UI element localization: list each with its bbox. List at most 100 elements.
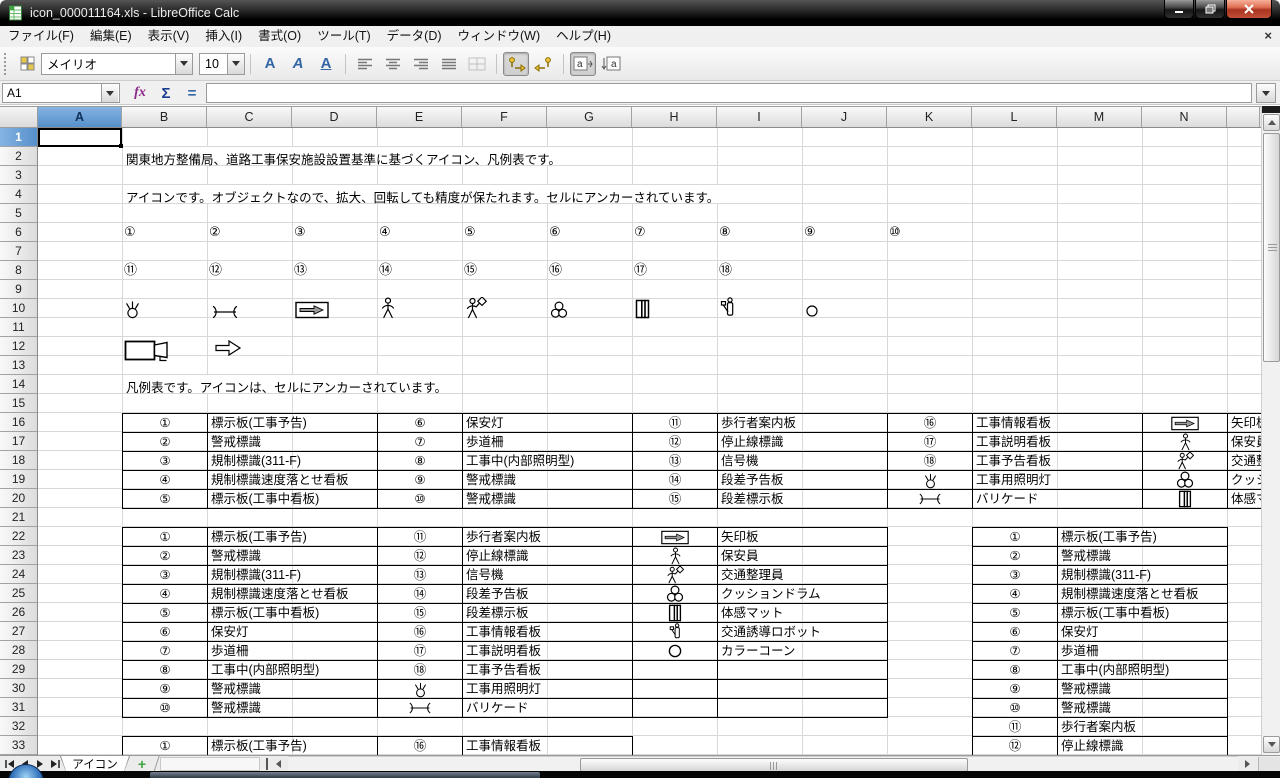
legend-label-cell[interactable]: 警戒標識 bbox=[208, 699, 378, 718]
column-header-C[interactable]: C bbox=[207, 107, 292, 127]
legend-label-cell[interactable]: 規制標識(311-F) bbox=[208, 566, 378, 585]
formula-bar-expand-icon[interactable] bbox=[1256, 83, 1276, 103]
column-header-F[interactable]: F bbox=[462, 107, 547, 127]
legend-label-cell[interactable]: 歩道柵 bbox=[463, 433, 633, 452]
guard-person-icon[interactable] bbox=[633, 547, 718, 566]
legend-label-cell[interactable]: カラーコーン bbox=[718, 642, 888, 661]
legend-label-cell[interactable]: クッションドラム bbox=[718, 585, 888, 604]
anchored-number-3[interactable]: ③ bbox=[294, 225, 306, 239]
name-box-dropdown-icon[interactable] bbox=[101, 84, 118, 102]
legend-label-cell[interactable]: 停止線標識 bbox=[718, 433, 888, 452]
formula-input[interactable] bbox=[206, 83, 1252, 103]
anchored-number-2-2[interactable]: ⑫ bbox=[209, 263, 222, 277]
row-header-9[interactable]: 9 bbox=[0, 280, 37, 299]
row-header-31[interactable]: 31 bbox=[0, 698, 37, 717]
font-name-dropdown-icon[interactable] bbox=[175, 54, 192, 74]
row-header-11[interactable]: 11 bbox=[0, 318, 37, 337]
select-all-corner[interactable] bbox=[0, 106, 38, 128]
legend-empty-cell[interactable] bbox=[633, 680, 718, 699]
legend-number-cell[interactable]: ① bbox=[123, 414, 208, 433]
row-header-25[interactable]: 25 bbox=[0, 584, 37, 603]
sheet-tab-active[interactable]: アイコン bbox=[60, 756, 130, 772]
column-header-N[interactable]: N bbox=[1142, 107, 1227, 127]
column-header-D[interactable]: D bbox=[292, 107, 377, 127]
row-header-6[interactable]: 6 bbox=[0, 223, 37, 242]
legend-label-cell[interactable]: 警戒標識 bbox=[463, 471, 633, 490]
column-header-B[interactable]: B bbox=[122, 107, 207, 127]
mat-icon[interactable] bbox=[633, 604, 718, 623]
barricade-icon[interactable] bbox=[888, 490, 973, 509]
menu-item-insert[interactable]: 挿入(I) bbox=[197, 26, 250, 47]
align-right-button[interactable] bbox=[408, 52, 434, 76]
font-name-combo[interactable]: メイリオ bbox=[41, 53, 193, 75]
menu-item-window[interactable]: ウィンドウ(W) bbox=[450, 26, 549, 47]
toolbar-grip[interactable] bbox=[4, 53, 9, 75]
legend-label-cell[interactable]: 警戒標識 bbox=[1058, 680, 1228, 699]
legend-label-cell[interactable]: 警戒標識 bbox=[208, 433, 378, 452]
legend-empty-cell[interactable] bbox=[718, 680, 888, 699]
cone-icon[interactable] bbox=[633, 642, 718, 661]
legend-label-cell[interactable]: 工事説明看板 bbox=[463, 642, 633, 661]
cushion-drum-icon[interactable] bbox=[550, 301, 568, 319]
legend-label-cell[interactable]: 交通整理員 bbox=[718, 566, 888, 585]
guard-person-icon[interactable] bbox=[1143, 433, 1228, 452]
legend-number-cell[interactable]: ③ bbox=[123, 452, 208, 471]
legend-number-cell[interactable]: ⑩ bbox=[123, 699, 208, 718]
column-header-K[interactable]: K bbox=[887, 107, 972, 127]
sum-icon[interactable]: Σ bbox=[154, 83, 178, 103]
arrow-board-icon[interactable] bbox=[633, 528, 718, 547]
row-header-30[interactable]: 30 bbox=[0, 679, 37, 698]
anchored-number-7[interactable]: ⑦ bbox=[634, 225, 646, 239]
mat-icon[interactable] bbox=[635, 299, 650, 319]
anchored-number-1[interactable]: ① bbox=[124, 225, 136, 239]
anchored-number-2-8[interactable]: ⑱ bbox=[719, 263, 732, 277]
legend-label-cell[interactable]: 規制標識(311-F) bbox=[1058, 566, 1228, 585]
robot-icon[interactable] bbox=[633, 623, 718, 642]
legend-number-cell[interactable]: ⑪ bbox=[378, 528, 463, 547]
legend-label-cell[interactable]: 信号機 bbox=[718, 452, 888, 471]
legend-empty-cell[interactable] bbox=[718, 699, 888, 718]
outline-arrow-icon[interactable] bbox=[214, 339, 242, 357]
legend-label-cell[interactable]: 工事中(内部照明型) bbox=[208, 661, 378, 680]
work-light-icon[interactable] bbox=[125, 298, 140, 319]
legend-empty-cell[interactable] bbox=[633, 661, 718, 680]
function-wizard-icon[interactable]: fx bbox=[128, 83, 152, 103]
legend-number-cell[interactable]: ④ bbox=[123, 471, 208, 490]
legend-number-cell[interactable]: ⑮ bbox=[633, 490, 718, 509]
legend-number-cell[interactable]: ⑨ bbox=[973, 680, 1058, 699]
legend-number-cell[interactable]: ④ bbox=[123, 585, 208, 604]
anchored-number-8[interactable]: ⑧ bbox=[719, 225, 731, 239]
legend-label-cell[interactable]: 歩道柵 bbox=[208, 642, 378, 661]
legend-label-cell[interactable]: 歩行者案内板 bbox=[1058, 718, 1228, 737]
legend-label-cell[interactable]: 標示板(工事予告) bbox=[208, 737, 378, 755]
row-header-13[interactable]: 13 bbox=[0, 356, 37, 375]
anchored-number-10[interactable]: ⑩ bbox=[889, 225, 901, 239]
row-header-27[interactable]: 27 bbox=[0, 622, 37, 641]
row-header-4[interactable]: 4 bbox=[0, 185, 37, 204]
legend-number-cell[interactable]: ⑫ bbox=[633, 433, 718, 452]
column-header-M[interactable]: M bbox=[1057, 107, 1142, 127]
legend-number-cell[interactable]: ② bbox=[973, 547, 1058, 566]
flag-person-icon[interactable] bbox=[633, 566, 718, 585]
legend-number-cell[interactable]: ⑯ bbox=[378, 737, 463, 755]
legend-label-cell[interactable]: 矢印板 bbox=[1228, 414, 1261, 433]
menu-item-file[interactable]: ファイル(F) bbox=[0, 26, 82, 47]
barricade-icon[interactable] bbox=[378, 699, 463, 718]
legend-label-cell[interactable]: 規制標識速度落とせ看板 bbox=[208, 471, 378, 490]
legend-number-cell[interactable]: ⑨ bbox=[123, 680, 208, 699]
legend-label-cell[interactable]: 信号機 bbox=[463, 566, 633, 585]
italic-button[interactable]: A bbox=[285, 52, 311, 76]
legend-label-cell[interactable]: 工事説明看板 bbox=[973, 433, 1143, 452]
row-header-22[interactable]: 22 bbox=[0, 527, 37, 546]
legend-label-cell[interactable]: 警戒標識 bbox=[463, 490, 633, 509]
legend-number-cell[interactable]: ⑬ bbox=[378, 566, 463, 585]
row-header-7[interactable]: 7 bbox=[0, 242, 37, 261]
anchored-number-2-7[interactable]: ⑰ bbox=[634, 263, 647, 277]
column-header-E[interactable]: E bbox=[377, 107, 462, 127]
align-center-button[interactable] bbox=[380, 52, 406, 76]
anchored-number-6[interactable]: ⑥ bbox=[549, 225, 561, 239]
legend-number-cell[interactable]: ① bbox=[973, 528, 1058, 547]
legend-label-cell[interactable]: 歩行者案内板 bbox=[463, 528, 633, 547]
arrow-board-icon[interactable] bbox=[295, 301, 329, 319]
anchored-number-9[interactable]: ⑨ bbox=[804, 225, 816, 239]
